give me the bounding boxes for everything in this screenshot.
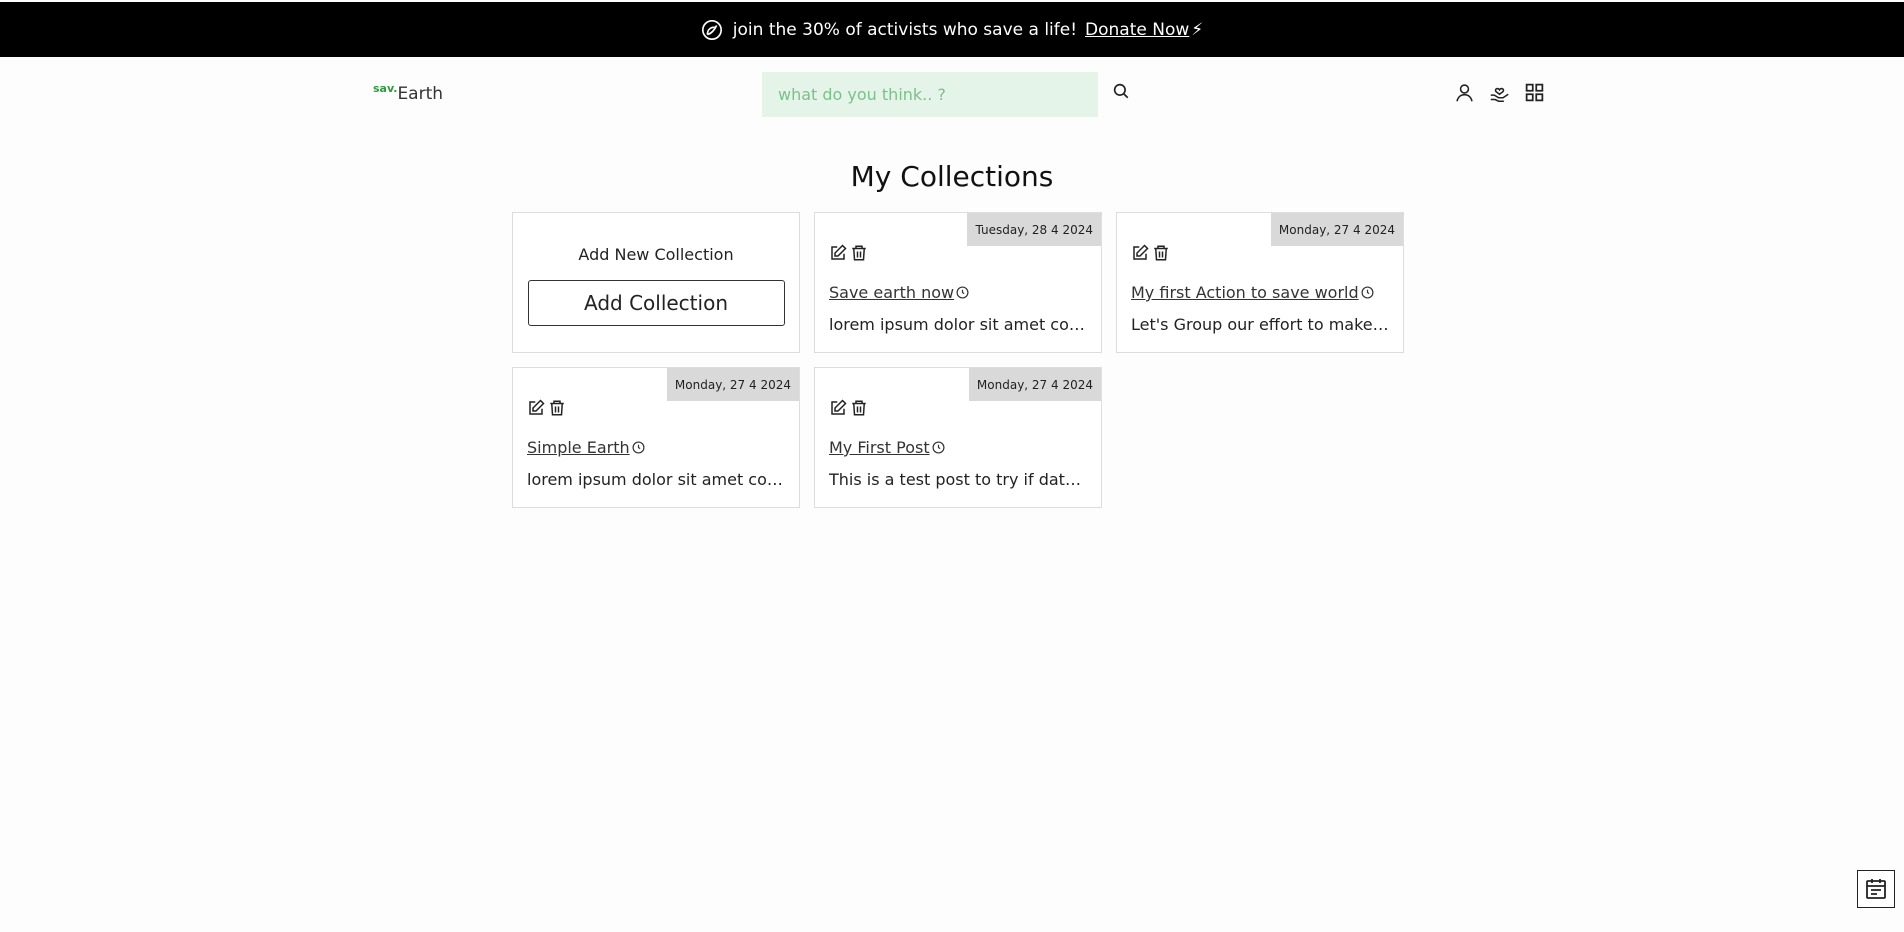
- calendar-widget-button[interactable]: [1857, 870, 1895, 908]
- trash-icon[interactable]: [850, 244, 868, 262]
- collection-title-link[interactable]: My First Post: [829, 438, 930, 457]
- collection-title-link[interactable]: Save earth now: [829, 283, 954, 302]
- collection-card: Tuesday, 28 4 2024 Save earth now lorem …: [814, 212, 1102, 353]
- collection-date: Monday, 27 4 2024: [1270, 213, 1403, 246]
- collection-description: lorem ipsum dolor sit amet con...: [829, 315, 1089, 334]
- clock-icon: [632, 441, 645, 454]
- donate-now-link[interactable]: Donate Now: [1085, 20, 1189, 40]
- collection-date: Monday, 27 4 2024: [968, 368, 1101, 401]
- add-collection-label: Add New Collection: [578, 245, 734, 264]
- search-input[interactable]: [762, 72, 1098, 117]
- edit-icon[interactable]: [1131, 244, 1149, 262]
- banner-message: join the 30% of activists who save a lif…: [732, 19, 1078, 40]
- add-collection-card: Add New Collection Add Collection: [512, 212, 800, 353]
- site-logo[interactable]: sav.Earth: [373, 82, 443, 104]
- calendar-icon: [1864, 877, 1888, 901]
- collection-card: Monday, 27 4 2024 My first Action to sav…: [1116, 212, 1404, 353]
- logo-prefix: sav.: [373, 82, 398, 95]
- clock-icon: [1361, 286, 1374, 299]
- user-icon[interactable]: [1454, 82, 1475, 103]
- collection-card: Monday, 27 4 2024 Simple Earth lorem ips…: [512, 367, 800, 508]
- trash-icon[interactable]: [548, 399, 566, 417]
- edit-icon[interactable]: [527, 399, 545, 417]
- collection-title-link[interactable]: Simple Earth: [527, 438, 630, 457]
- announcement-banner: join the 30% of activists who save a lif…: [0, 2, 1904, 57]
- collection-description: Let's Group our effort to make s...: [1131, 315, 1391, 334]
- site-header: sav.Earth: [0, 57, 1904, 129]
- trash-icon[interactable]: [850, 399, 868, 417]
- clock-icon: [956, 286, 969, 299]
- page-title: My Collections: [850, 160, 1054, 193]
- collections-grid: Add New Collection Add Collection Tuesda…: [512, 212, 1406, 508]
- clock-icon: [932, 441, 945, 454]
- edit-icon[interactable]: [829, 244, 847, 262]
- collection-description: lorem ipsum dolor sit amet con...: [527, 470, 787, 489]
- trash-icon[interactable]: [1152, 244, 1170, 262]
- edit-icon[interactable]: [829, 399, 847, 417]
- add-collection-button[interactable]: Add Collection: [527, 280, 785, 326]
- collection-description: This is a test post to try if datab...: [829, 470, 1089, 489]
- collection-date: Tuesday, 28 4 2024: [967, 213, 1101, 246]
- leaf-icon: [701, 19, 723, 41]
- collection-date: Monday, 27 4 2024: [666, 368, 799, 401]
- collection-card: Monday, 27 4 2024 My First Post This is …: [814, 367, 1102, 508]
- grid-menu-icon[interactable]: [1524, 82, 1545, 103]
- collection-title-link[interactable]: My first Action to save world: [1131, 283, 1359, 302]
- search-icon[interactable]: [1112, 82, 1132, 102]
- logo-text: Earth: [397, 84, 444, 104]
- donate-hand-icon[interactable]: [1489, 82, 1510, 103]
- bolt-icon: ⚡: [1191, 19, 1204, 40]
